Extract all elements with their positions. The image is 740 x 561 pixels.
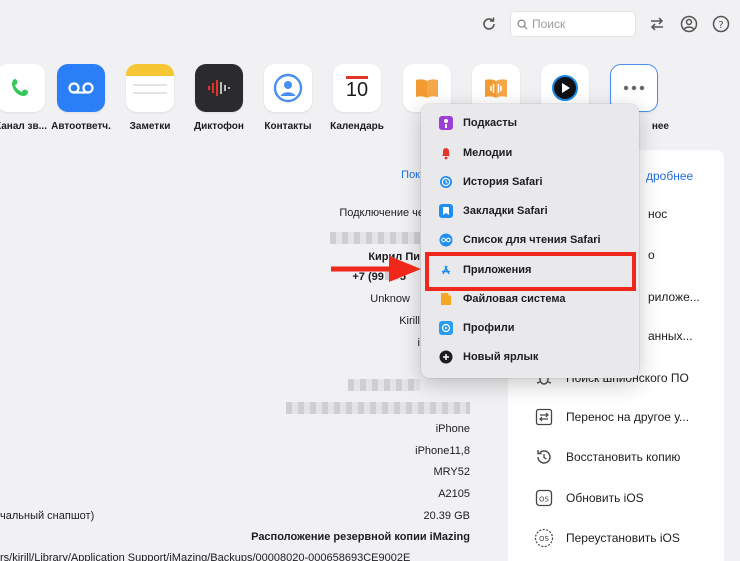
snapshot-label: чальный снапшот) (0, 510, 95, 522)
menu-item-label: Список для чтения Safari (463, 233, 601, 246)
search-input[interactable] (532, 17, 632, 31)
action-label: Восстановить копию (566, 450, 681, 464)
redacted-value (286, 402, 470, 417)
action-update-ios[interactable]: OS Обновить iOS (534, 488, 644, 508)
app-notes[interactable]: Заметки (115, 64, 185, 132)
action-data[interactable]: анных... (648, 329, 693, 343)
app-voice-memos[interactable]: Диктофон (184, 64, 254, 132)
app-contacts[interactable]: Контакты (253, 64, 323, 132)
profiles-icon (439, 320, 453, 335)
phone-icon (0, 64, 45, 112)
svg-text:OS: OS (539, 496, 550, 504)
app-calendar[interactable]: 10 Календарь (322, 64, 392, 132)
backup-path: rs/kirill/Library/Application Support/iM… (0, 552, 411, 561)
bookmark-icon (439, 203, 453, 218)
action-label: нос (648, 207, 668, 221)
more-menu: Подкасты Мелодии История Safari Закладки… (421, 104, 639, 378)
action-apps[interactable]: риложе... (648, 290, 700, 304)
more-info-link[interactable]: дробнее (646, 169, 693, 183)
search-field[interactable] (510, 11, 636, 37)
menu-item-label: Мелодии (463, 146, 513, 159)
account-icon[interactable] (678, 13, 700, 35)
history-icon (439, 175, 453, 189)
refresh-icon[interactable] (478, 13, 500, 35)
redacted-value (330, 232, 420, 247)
device-info: Пок Подключение че Кирил Пи +7 (99 5 Unkn… (0, 150, 476, 561)
kirill-value: Kirill (399, 315, 420, 327)
action-label: анных... (648, 329, 693, 343)
app-voicemail[interactable]: Автоответч. (46, 64, 116, 132)
app-label: Календарь (330, 121, 384, 132)
help-icon[interactable]: ? (710, 13, 732, 35)
action-label: Переустановить iOS (566, 531, 680, 545)
backup-location-label: Расположение резервной копии iMazing (251, 531, 470, 543)
transfer-device-icon (534, 407, 554, 427)
voicemail-icon (57, 64, 105, 112)
app-label: Диктофон (194, 121, 244, 132)
menu-item-safari-bookmarks[interactable]: Закладки Safari (421, 196, 639, 225)
highlight-box (425, 252, 636, 291)
action-label: о (648, 248, 655, 262)
podcasts-icon (439, 115, 453, 130)
ios-icon: OS (534, 488, 554, 508)
unknown-value: Unknow (370, 293, 410, 305)
app-label: Автоответч. (51, 121, 111, 132)
restore-icon (534, 447, 554, 467)
menu-item-label: Профили (463, 321, 515, 334)
toolbar: ? (478, 10, 732, 38)
action-transfer-device[interactable]: Перенос на другое у... (534, 407, 689, 427)
calendar-date: 10 (345, 79, 369, 101)
action-label: Перенос на другое у... (566, 410, 690, 424)
arrow-icon (331, 256, 421, 282)
transfer-icon[interactable] (646, 13, 668, 35)
svg-text:?: ? (718, 20, 723, 31)
action-label: риложе... (648, 290, 700, 304)
menu-item-ringtones[interactable]: Мелодии (421, 138, 639, 167)
ios-reinstall-icon: OS (534, 528, 554, 548)
action-restore-backup[interactable]: Восстановить копию (534, 447, 680, 467)
search-icon (517, 18, 528, 30)
calendar-icon: 10 (333, 64, 381, 112)
menu-item-label: Файловая система (463, 292, 566, 305)
menu-item-profiles[interactable]: Профили (421, 313, 639, 342)
menu-item-safari-history[interactable]: История Safari (421, 167, 639, 196)
app-label: Контакты (264, 121, 312, 132)
model-number: A2105 (438, 488, 470, 500)
connection-label: Подключение че (339, 207, 424, 219)
menu-item-label: Закладки Safari (463, 204, 548, 217)
contacts-icon (264, 64, 312, 112)
bell-icon (439, 146, 453, 160)
storage-size: 20.39 GB (423, 510, 470, 522)
device-name: iPhone (435, 423, 470, 435)
action-label: Обновить iOS (566, 491, 644, 505)
action-transfer[interactable]: нос (648, 207, 667, 221)
menu-item-label: Новый ярлык (463, 350, 539, 363)
action-reinstall-ios[interactable]: OS Переустановить iOS (534, 528, 680, 548)
menu-item-new-shortcut[interactable]: Новый ярлык (421, 342, 639, 371)
svg-text:OS: OS (539, 535, 550, 543)
voice-memos-icon (195, 64, 243, 112)
menu-item-label: История Safari (463, 175, 543, 188)
part-number: MRY52 (433, 466, 470, 478)
notes-icon (126, 64, 174, 112)
file-icon (439, 292, 453, 306)
app-label: Заметки (129, 121, 171, 132)
info-link[interactable]: Пок (401, 169, 420, 181)
reading-list-icon (439, 233, 453, 247)
plus-icon (439, 350, 453, 364)
menu-item-reading-list[interactable]: Список для чтения Safari (421, 225, 639, 254)
i-value: i (417, 337, 420, 349)
more-link-label: дробнее (646, 169, 694, 183)
menu-item-label: Подкасты (463, 116, 517, 129)
redacted-value (348, 379, 420, 394)
menu-item-podcasts[interactable]: Подкасты (421, 108, 639, 137)
model-identifier: iPhone11,8 (415, 445, 470, 457)
action-o[interactable]: о (648, 248, 655, 262)
